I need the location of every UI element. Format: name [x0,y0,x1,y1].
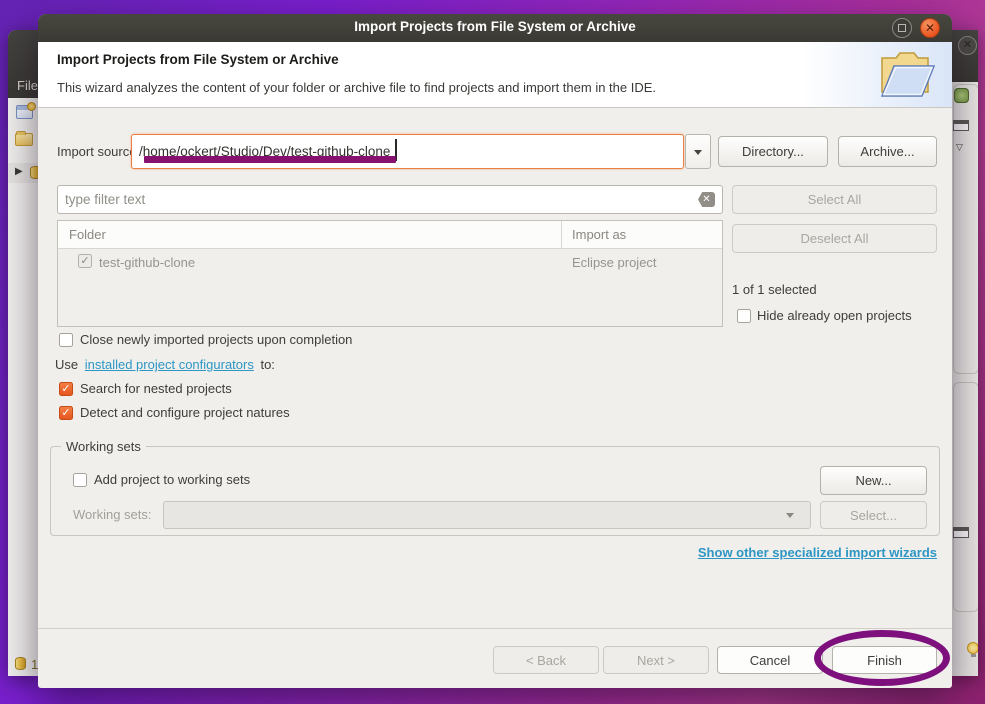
new-working-set-button[interactable]: New... [820,466,927,495]
filter-placeholder: type filter text [65,192,145,207]
nested-checkbox[interactable]: ✓ [59,382,73,396]
back-button[interactable]: < Back [493,646,599,674]
close-button[interactable]: ✕ [920,18,940,38]
tree-expander-icon[interactable]: ▶ [15,166,23,177]
close-newly-checkbox[interactable] [59,333,73,347]
selection-status: 1 of 1 selected [732,282,817,297]
import-source-dropdown-button[interactable] [685,134,711,169]
other-wizards-link[interactable]: Show other specialized import wizards [698,545,937,560]
dialog-title: Import Projects from File System or Arch… [38,19,952,34]
deselect-all-button[interactable]: Deselect All [732,224,937,253]
use-suffix: to: [260,357,274,372]
row-folder-name: test-github-clone [99,255,195,270]
configurators-line: Use installed project configurators to: [55,357,275,372]
column-header-folder[interactable]: Folder [69,227,106,242]
working-sets-combo-label: Working sets: [73,507,152,522]
chevron-down-icon [786,513,794,518]
cancel-button[interactable]: Cancel [717,646,823,674]
dialog-titlebar[interactable]: Import Projects from File System or Arch… [38,14,952,42]
next-button[interactable]: Next > [603,646,709,674]
import-source-label: Import source: [57,144,140,159]
add-working-sets-checkbox[interactable] [73,473,87,487]
open-folder-icon [872,48,938,105]
projects-table[interactable]: Folder Import as ✓ test-github-clone Ecl… [57,220,723,327]
row-checkbox[interactable]: ✓ [78,254,92,268]
use-prefix: Use [55,357,78,372]
restore-panel-icon[interactable] [953,120,969,131]
natures-label[interactable]: Detect and configure project natures [80,405,290,420]
database-status-icon [15,657,26,670]
close-icon[interactable]: ✕ [958,36,977,55]
table-row[interactable]: ✓ test-github-clone Eclipse project [58,249,722,275]
column-divider[interactable] [561,221,562,249]
directory-button[interactable]: Directory... [718,136,828,167]
clear-filter-icon[interactable]: ✕ [698,192,715,207]
maximize-button[interactable] [892,18,912,38]
import-projects-dialog: Import Projects from File System or Arch… [38,14,952,688]
table-header[interactable]: Folder Import as [58,221,722,249]
select-all-button[interactable]: Select All [732,185,937,214]
minimized-panel-outline [953,382,978,612]
annotation-ellipse [814,630,950,686]
wizard-banner: Import Projects from File System or Arch… [38,42,952,108]
nested-label[interactable]: Search for nested projects [80,381,232,396]
chevron-down-icon [694,150,702,155]
add-working-sets-label[interactable]: Add project to working sets [94,472,250,487]
archive-button[interactable]: Archive... [838,136,937,167]
working-sets-combo[interactable] [163,501,811,529]
lightbulb-icon[interactable] [967,642,978,654]
new-wizard-icon[interactable] [16,105,33,119]
restore-panel-icon[interactable] [953,527,969,538]
hide-open-checkbox[interactable] [737,309,751,323]
configurators-link[interactable]: installed project configurators [85,357,254,372]
row-import-as: Eclipse project [572,255,657,270]
filter-input[interactable]: type filter text ✕ [57,185,723,214]
background-window-left: File ▶ 1 [8,30,39,676]
debug-bug-icon[interactable] [954,88,969,103]
select-working-set-button[interactable]: Select... [820,501,927,529]
hide-open-label[interactable]: Hide already open projects [757,308,912,323]
background-window-right: ✕ ▽ [950,30,978,676]
close-newly-label[interactable]: Close newly imported projects upon compl… [80,332,352,347]
view-menu-arrow-icon[interactable]: ▽ [956,142,963,153]
import-source-input[interactable] [131,134,684,169]
annotation-underline [144,156,396,163]
wizard-description: This wizard analyzes the content of your… [57,80,656,95]
working-sets-legend: Working sets [61,439,146,454]
wizard-title: Import Projects from File System or Arch… [57,52,339,67]
menu-file[interactable]: File [17,78,38,93]
footer-divider [38,628,952,629]
natures-checkbox[interactable]: ✓ [59,406,73,420]
column-header-import-as[interactable]: Import as [572,227,626,242]
project-explorer-icon[interactable] [15,133,33,146]
